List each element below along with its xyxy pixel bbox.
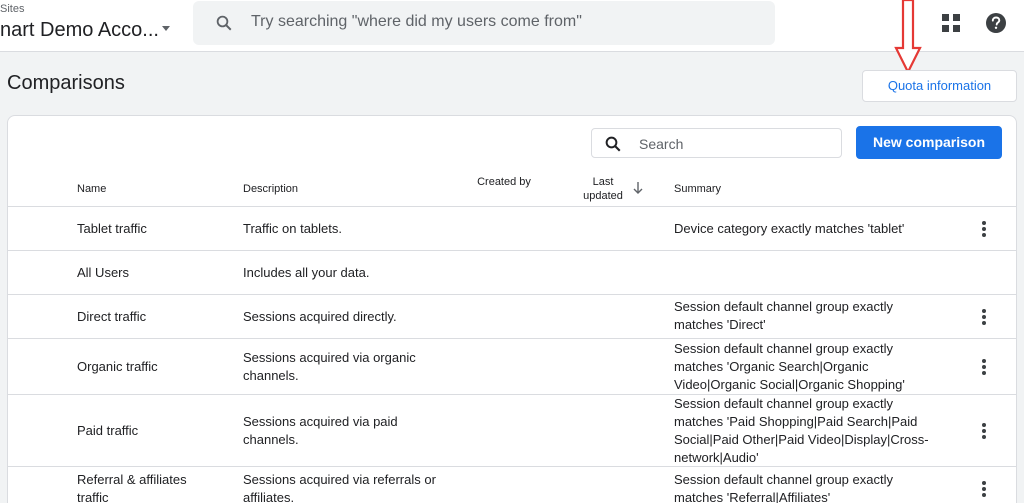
row-summary: Session default channel group exactly ma… (674, 299, 893, 332)
column-header-description[interactable]: Description (243, 183, 298, 195)
more-vert-icon[interactable] (981, 221, 987, 237)
global-search-bar[interactable]: Try searching "where did my users come f… (193, 1, 775, 45)
annotation-arrow (894, 0, 922, 75)
row-name[interactable]: Direct traffic (77, 308, 227, 326)
column-header-summary[interactable]: Summary (674, 183, 721, 195)
quota-information-button[interactable]: Quota information (862, 70, 1017, 102)
row-summary: Session default channel group exactly ma… (674, 396, 929, 465)
row-name[interactable]: Referral & affiliates traffic (77, 471, 217, 503)
table-row[interactable]: Referral & affiliates traffic Sessions a… (8, 467, 1016, 503)
table-search-input[interactable]: Search (591, 128, 842, 158)
search-icon (605, 136, 621, 152)
row-description: Sessions acquired directly. (243, 309, 397, 324)
more-vert-icon[interactable] (981, 309, 987, 325)
more-vert-icon[interactable] (981, 423, 987, 439)
column-header-last-updated[interactable]: Last updated (573, 175, 633, 203)
apps-grid-icon[interactable] (942, 14, 960, 32)
new-comparison-button[interactable]: New comparison (856, 126, 1002, 159)
search-icon (216, 15, 232, 31)
table-row[interactable]: Organic traffic Sessions acquired via or… (8, 339, 1016, 395)
column-header-name[interactable]: Name (77, 183, 106, 195)
row-description: Traffic on tablets. (243, 221, 342, 236)
top-app-bar: Sites nart Demo Acco... Try searching "w… (0, 0, 1024, 52)
row-summary: Session default channel group exactly ma… (674, 341, 905, 392)
table-header: Name Description Created by Last updated… (8, 172, 1016, 207)
row-summary: Session default channel group exactly ma… (674, 472, 893, 503)
more-vert-icon[interactable] (981, 481, 987, 497)
row-name[interactable]: Organic traffic (77, 358, 227, 376)
account-selector[interactable]: nart Demo Acco... (0, 19, 159, 42)
row-description: Includes all your data. (243, 265, 370, 280)
row-description: Sessions acquired via referrals or affil… (243, 472, 436, 503)
table-row[interactable]: Direct traffic Sessions acquired directl… (8, 295, 1016, 339)
page-title: Comparisons (7, 72, 125, 94)
row-name[interactable]: Tablet traffic (77, 220, 227, 238)
column-header-created-by[interactable]: Created by (474, 175, 534, 189)
table-row[interactable]: All Users Includes all your data. (8, 251, 1016, 295)
table-row[interactable]: Tablet traffic Traffic on tablets. Devic… (8, 207, 1016, 251)
arrow-down-icon[interactable] (632, 181, 644, 195)
row-description: Sessions acquired via organic channels. (243, 350, 416, 383)
comparisons-table-card: Search New comparison Name Description C… (7, 115, 1017, 503)
row-name[interactable]: All Users (77, 264, 227, 282)
more-vert-icon[interactable] (981, 359, 987, 375)
global-search-placeholder: Try searching "where did my users come f… (251, 13, 582, 30)
help-icon[interactable] (985, 12, 1007, 34)
table-search-placeholder: Search (639, 136, 684, 152)
table-row[interactable]: Paid traffic Sessions acquired via paid … (8, 395, 1016, 467)
account-breadcrumb: Sites (0, 3, 25, 15)
row-name[interactable]: Paid traffic (77, 422, 227, 440)
row-summary: Device category exactly matches 'tablet' (674, 221, 905, 236)
chevron-down-icon[interactable] (162, 26, 170, 31)
row-description: Sessions acquired via paid channels. (243, 414, 398, 447)
